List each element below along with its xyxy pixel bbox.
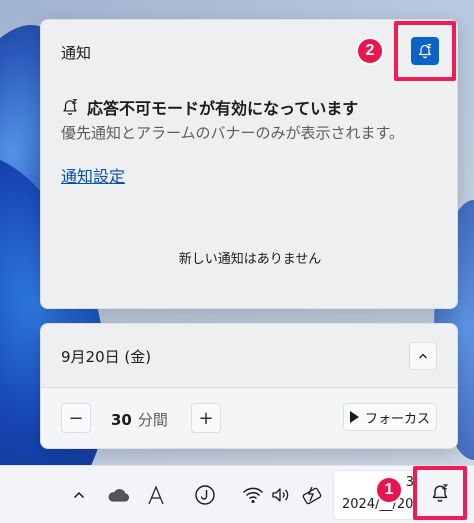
volume-icon [272, 488, 289, 502]
volume-button[interactable] [270, 484, 292, 506]
ime-j-button[interactable] [194, 484, 216, 506]
ime-a-icon [148, 485, 164, 505]
annotation-badge-1: 1 [375, 476, 403, 504]
battery-button[interactable] [300, 484, 324, 506]
decrease-duration-button[interactable]: − [61, 403, 91, 433]
focus-duration: 30 分間 [111, 409, 168, 430]
bell-snooze-icon [419, 44, 432, 59]
annotation-badge-2: 2 [356, 37, 384, 65]
onedrive-button[interactable] [106, 484, 130, 506]
empty-notifications-message: 新しい通知はありません [178, 252, 322, 267]
play-icon [349, 411, 359, 423]
focus-button-label: フォーカス [364, 411, 430, 427]
taskbar: 3 2024/__/20 1 [0, 465, 474, 523]
onedrive-cloud-icon [108, 489, 129, 502]
focus-session-row: − 30 分間 + フォーカス [41, 389, 457, 448]
dnd-heading: 応答不可モードが有効になっています [87, 99, 359, 118]
notification-center-button[interactable] [413, 466, 467, 520]
battery-charging-icon [302, 486, 322, 505]
chevron-up-icon [419, 353, 427, 359]
increase-duration-button[interactable]: + [191, 403, 221, 433]
do-not-disturb-toggle-button[interactable] [411, 37, 439, 65]
dnd-subtitle: 優先通知とアラームのバナーのみが表示されます。 [61, 124, 405, 142]
expand-calendar-button[interactable] [409, 342, 437, 370]
desktop-wallpaper: 通知 2 応答不可モードが有効になっています 優先通知とアラームのバナーのみが表… [0, 0, 474, 465]
focus-duration-unit: 分間 [137, 411, 168, 429]
wifi-button[interactable] [242, 484, 264, 506]
bell-snooze-icon [432, 484, 449, 502]
bell-snooze-icon [63, 99, 78, 115]
chevron-up-icon [73, 491, 85, 499]
calendar-date-label: 9月20日 (金) [61, 348, 152, 366]
start-focus-button[interactable]: フォーカス [343, 403, 437, 431]
notifications-title: 通知 [61, 44, 92, 62]
wifi-icon [242, 487, 264, 503]
notification-center-panel: 通知 2 応答不可モードが有効になっています 優先通知とアラームのバナーのみが表… [40, 19, 458, 309]
focus-duration-value: 30 [111, 411, 132, 429]
ime-j-icon [195, 485, 215, 505]
dnd-status-row: 応答不可モードが有効になっています [61, 95, 358, 119]
show-hidden-icons-button[interactable] [70, 484, 88, 506]
notification-settings-link[interactable]: 通知設定 [61, 163, 125, 187]
ime-mode-button[interactable] [146, 484, 166, 506]
calendar-header: 9月20日 (金) [41, 324, 457, 388]
calendar-panel: 9月20日 (金) − 30 分間 + フォーカス [40, 323, 458, 449]
